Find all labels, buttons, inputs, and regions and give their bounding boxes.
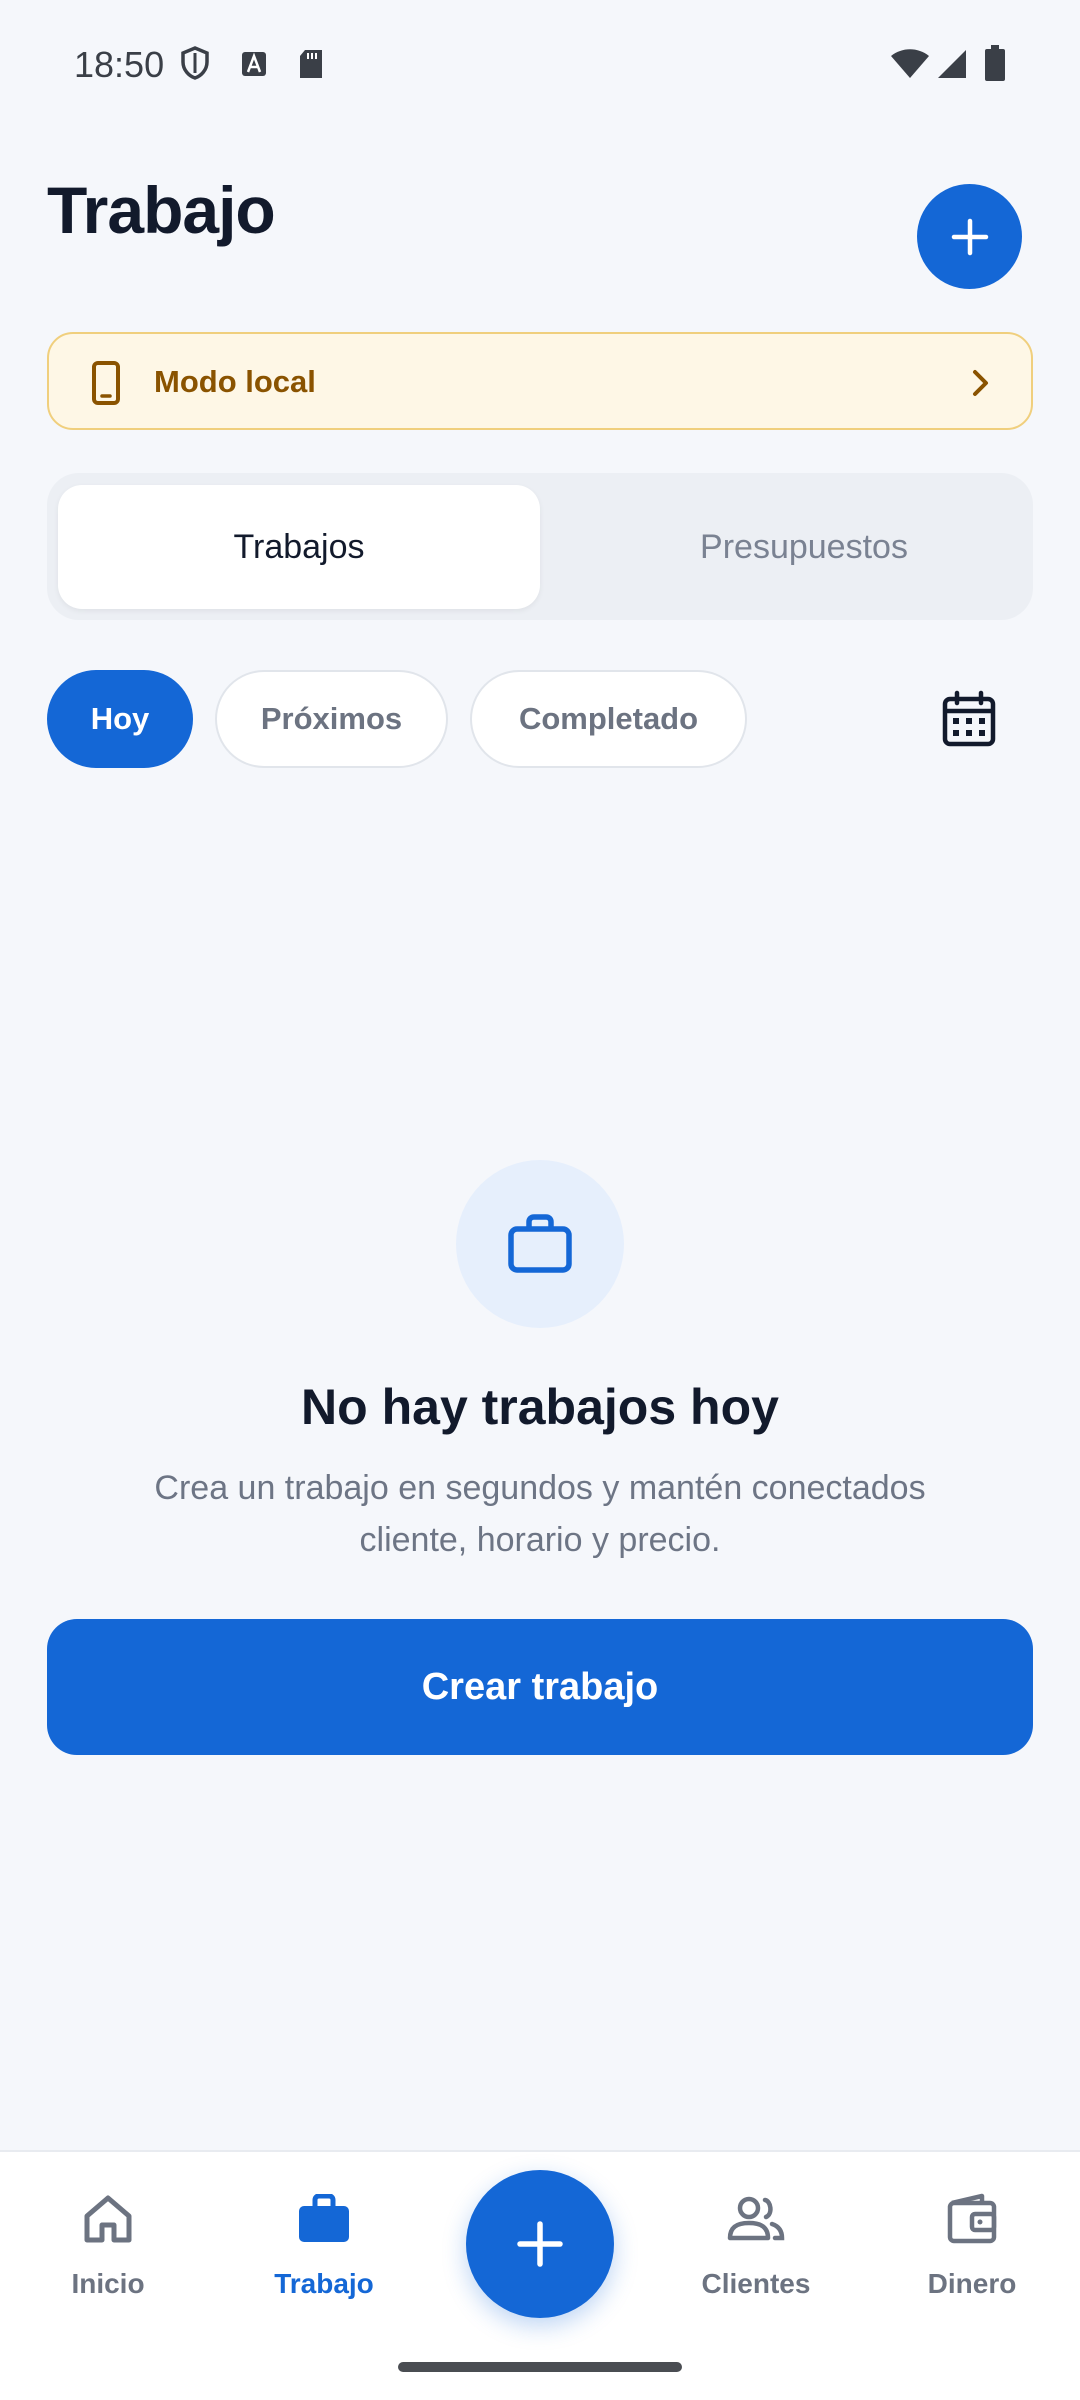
- wifi-icon: [891, 49, 929, 78]
- sd-card-icon: [300, 50, 322, 78]
- filter-chip-proximos[interactable]: Próximos: [215, 670, 448, 768]
- create-job-button[interactable]: Crear trabajo: [47, 1619, 1033, 1755]
- nav-label-dinero: Dinero: [927, 2268, 1017, 2299]
- nav-item-trabajo[interactable]: Trabajo: [234, 2190, 414, 2300]
- status-time: 18:50: [74, 44, 165, 85]
- empty-state-description: Crea un trabajo en segundos y mantén con…: [90, 1462, 990, 1566]
- local-mode-banner[interactable]: Modo local: [47, 332, 1033, 430]
- tab-trabajos[interactable]: Trabajos: [58, 485, 540, 609]
- shield-icon: [181, 46, 209, 80]
- empty-state-description-line1: Crea un trabajo en segundos y mantén con…: [154, 1469, 926, 1507]
- wallet-icon: [947, 2193, 997, 2244]
- home-icon: [84, 2195, 132, 2243]
- chevron-right-icon: [973, 370, 988, 396]
- filter-chip-hoy[interactable]: Hoy: [47, 670, 193, 768]
- calendar-icon[interactable]: [940, 690, 998, 748]
- page-title: Trabajo: [47, 173, 276, 247]
- empty-state-title: No hay trabajos hoy: [301, 1379, 779, 1435]
- nav-label-inicio: Inicio: [71, 2268, 145, 2299]
- tab-presupuestos[interactable]: Presupuestos: [586, 485, 1022, 609]
- nav-label-trabajo: Trabajo: [274, 2268, 374, 2299]
- text-a-icon: [242, 52, 266, 76]
- phone-icon: [92, 361, 120, 405]
- app-screen: 18:50 Trabajo Modo local Trabajos Presup…: [0, 0, 1080, 2400]
- nav-item-inicio[interactable]: Inicio: [18, 2190, 198, 2300]
- empty-state-description-line2: cliente, horario y precio.: [359, 1521, 721, 1559]
- empty-state-illustration: [456, 1160, 624, 1328]
- nav-add-button[interactable]: [466, 2170, 614, 2318]
- header-add-button[interactable]: [917, 184, 1022, 289]
- briefcase-icon: [299, 2194, 349, 2242]
- signal-icon: [938, 50, 966, 78]
- filter-chip-completado[interactable]: Completado: [470, 670, 747, 768]
- briefcase-icon: [508, 1214, 572, 1273]
- status-bar: 18:50: [0, 0, 1080, 130]
- nav-item-clientes[interactable]: Clientes: [666, 2190, 846, 2300]
- nav-label-clientes: Clientes: [701, 2268, 811, 2299]
- home-indicator[interactable]: [398, 2362, 682, 2372]
- plus-icon: [951, 218, 988, 255]
- local-mode-label: Modo local: [154, 364, 316, 399]
- nav-item-dinero[interactable]: Dinero: [882, 2190, 1062, 2300]
- battery-icon: [985, 45, 1005, 81]
- segmented-control: Trabajos Presupuestos: [47, 473, 1033, 620]
- plus-icon: [517, 2221, 563, 2267]
- people-icon: [727, 2196, 785, 2241]
